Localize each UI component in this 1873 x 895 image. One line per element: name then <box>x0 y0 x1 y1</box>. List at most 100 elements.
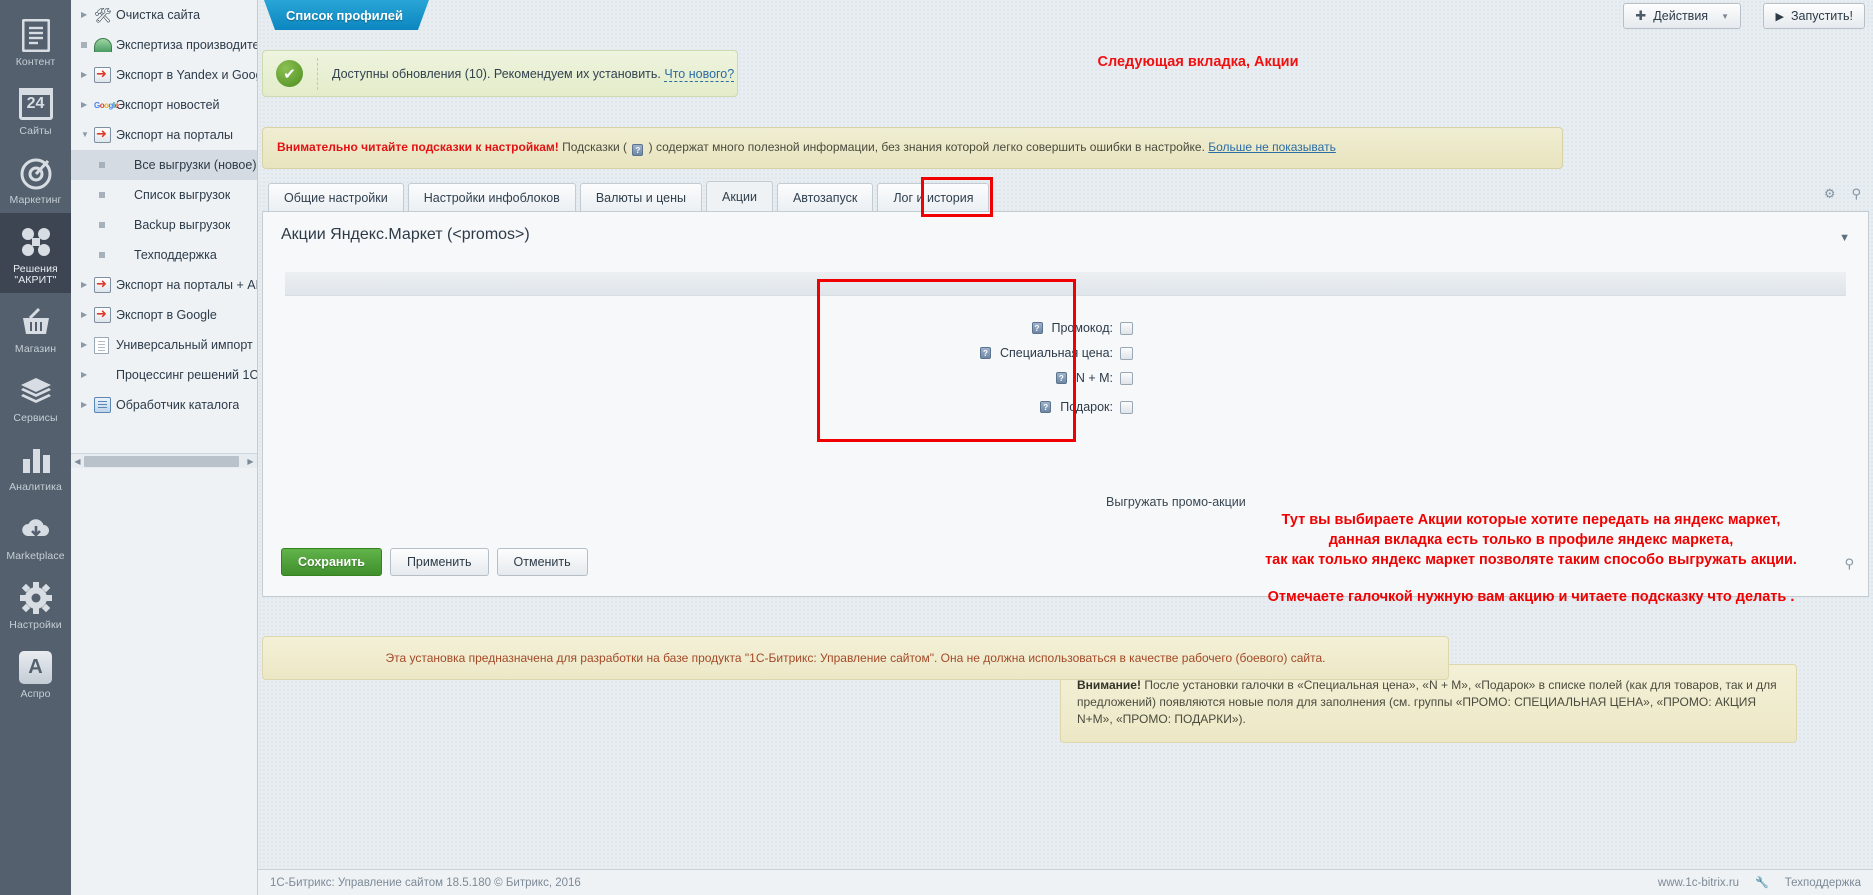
tree-item[interactable]: Все выгрузки (новое) <box>71 150 257 180</box>
question-icon[interactable]: ? <box>1056 372 1067 384</box>
promo-field-row: ? Промокод: <box>1030 321 1134 335</box>
tree-item[interactable]: Техподдержка <box>71 240 257 270</box>
tree-item-label: Экспорт новостей <box>116 98 220 112</box>
aspro-a-icon: A <box>16 647 56 687</box>
run-button[interactable]: ▶ Запустить! <box>1763 3 1865 29</box>
tree-item[interactable]: Backup выгрузок <box>71 210 257 240</box>
question-icon[interactable]: ? <box>1040 401 1051 413</box>
footer-copyright: 1С-Битрикс: Управление сайтом 18.5.180 ©… <box>270 877 581 889</box>
plus-icon: ✚ <box>1635 8 1646 24</box>
tree-item[interactable]: ▶🛠Очистка сайта <box>71 0 257 30</box>
rail-item-services[interactable]: Сервисы <box>0 362 71 431</box>
tab-1[interactable]: Общие настройки <box>268 183 404 212</box>
promo-field-checkbox[interactable] <box>1120 401 1133 414</box>
dont-show-again-link[interactable]: Больше не показывать <box>1208 140 1336 154</box>
profile-list-tab[interactable]: Список профилей <box>264 0 429 30</box>
tree-item[interactable]: ▶Процессинг решений 1С-Битр <box>71 360 257 390</box>
dev-install-notice: Эта установка предназначена для разработ… <box>262 636 1449 680</box>
google-news-icon: Google <box>94 101 116 110</box>
question-icon[interactable]: ? <box>980 347 991 359</box>
tree-horizontal-scrollbar[interactable]: ◀ ▶ <box>71 453 257 468</box>
rail-item-aspro[interactable]: A Аспро <box>0 638 71 707</box>
rail-item-settings[interactable]: Настройки <box>0 569 71 638</box>
rail-item-content[interactable]: Контент <box>0 6 71 75</box>
tab-4[interactable]: Акции <box>706 181 773 212</box>
chevron-right-icon[interactable]: ▶ <box>81 341 94 349</box>
pin-icon[interactable]: ⚲ <box>1844 556 1854 572</box>
chevron-right-icon[interactable]: ▶ <box>81 71 94 79</box>
tree-item[interactable]: ▼ Экспорт на порталы <box>71 120 257 150</box>
chevron-down-icon[interactable]: ▼ <box>81 131 94 139</box>
tree-item[interactable]: ▶Обработчик каталога <box>71 390 257 420</box>
rail-item-analytics[interactable]: Аналитика <box>0 431 71 500</box>
scroll-right-arrow[interactable]: ▶ <box>244 457 257 466</box>
footer-site-link[interactable]: www.1c-bitrix.ru <box>1658 877 1739 889</box>
marketplace-cloud-icon <box>16 509 56 549</box>
chevron-right-icon[interactable]: ▶ <box>81 11 94 19</box>
tree-item[interactable]: ▶Экспорт на порталы + API <box>71 270 257 300</box>
tab-3[interactable]: Валюты и цены <box>580 183 702 212</box>
chevron-right-icon[interactable]: ▶ <box>81 281 94 289</box>
rail-item-label: Marketplace <box>6 551 64 562</box>
akrit-solutions-icon <box>16 222 56 262</box>
tab-label: Валюты и цены <box>596 191 686 205</box>
form-buttons: Сохранить Применить Отменить <box>281 548 588 576</box>
form-header-strip <box>285 272 1846 296</box>
scroll-thumb[interactable] <box>84 456 239 467</box>
promo-field-checkbox[interactable] <box>1120 322 1133 335</box>
tab-5[interactable]: Автозапуск <box>777 183 873 212</box>
tree-item[interactable]: ▶Универсальный импорт <box>71 330 257 360</box>
rail-item-marketplace[interactable]: Marketplace <box>0 500 71 569</box>
promo-field-checkbox[interactable] <box>1120 347 1133 360</box>
tree-item[interactable]: ▶GoogleЭкспорт новостей <box>71 90 257 120</box>
whats-new-link[interactable]: Что нового? <box>664 67 734 82</box>
promo-field-checkbox[interactable] <box>1120 372 1133 385</box>
annotation-right-line2: данная вкладка есть только в профиле янд… <box>1091 530 1873 550</box>
analytics-bars-icon <box>16 440 56 480</box>
tree-item-label: Экспорт на порталы <box>116 128 233 142</box>
chevron-down-icon: ▼ <box>1721 12 1729 21</box>
chevron-down-icon[interactable]: ▼ <box>1839 232 1850 244</box>
sites-24-icon: 24 <box>16 84 56 124</box>
rail-item-label: Магазин <box>15 344 56 355</box>
left-icon-rail: Контент 24 Сайты Маркетинг Решения "АКРИ… <box>0 0 71 895</box>
chevron-right-icon[interactable]: ▶ <box>81 371 94 379</box>
apply-button[interactable]: Применить <box>390 548 489 576</box>
pin-icon[interactable]: ⚲ <box>1851 186 1861 202</box>
rail-item-label: Настройки <box>9 620 61 631</box>
chevron-right-icon[interactable]: ▶ <box>81 101 94 109</box>
rail-item-label: Аналитика <box>9 482 62 493</box>
chevron-right-icon[interactable]: ▶ <box>81 311 94 319</box>
question-icon[interactable]: ? <box>1032 322 1043 334</box>
promo-field-row: ? N + M: <box>1054 371 1133 385</box>
scroll-left-arrow[interactable]: ◀ <box>71 457 84 466</box>
export-icon <box>94 307 116 323</box>
chevron-right-icon[interactable]: ▶ <box>81 401 94 409</box>
tree-item[interactable]: Список выгрузок <box>71 180 257 210</box>
rail-item-sites[interactable]: 24 Сайты <box>0 75 71 144</box>
promo-field-label: Промокод: <box>1052 321 1114 335</box>
export-icon <box>94 277 116 293</box>
tree-item[interactable]: Экспертиза производитель <box>71 30 257 60</box>
hints-warning-part2: ) содержат много полезной информации, бе… <box>645 140 1208 154</box>
footer-right: www.1c-bitrix.ru 🔧 Техподдержка <box>1658 876 1861 889</box>
check-icon: ✔ <box>276 60 303 87</box>
annotation-top: Следующая вкладка, Акции <box>818 54 1578 70</box>
cancel-button[interactable]: Отменить <box>497 548 588 576</box>
promo-field-row: ?Специальная цена: <box>978 346 1133 360</box>
rail-item-label: Аспро <box>20 689 50 700</box>
tree-item[interactable]: ▶Экспорт в Yandex и Google <box>71 60 257 90</box>
rail-item-akrit-solutions[interactable]: Решения "АКРИТ" <box>0 213 71 293</box>
promo-field-label: N + M: <box>1076 371 1113 385</box>
rail-item-shop[interactable]: Магазин <box>0 293 71 362</box>
tree-item-label: Техподдержка <box>134 248 217 262</box>
actions-button[interactable]: ✚ Действия ▼ <box>1623 3 1741 29</box>
tab-label: Настройки инфоблоков <box>424 191 560 205</box>
gear-icon[interactable]: ⚙ <box>1824 186 1836 202</box>
tree-item[interactable]: ▶Экспорт в Google <box>71 300 257 330</box>
rail-item-marketing[interactable]: Маркетинг <box>0 144 71 213</box>
tab-6[interactable]: Лог и история <box>877 183 989 212</box>
footer-support-link[interactable]: Техподдержка <box>1785 877 1861 889</box>
tab-2[interactable]: Настройки инфоблоков <box>408 183 576 212</box>
save-button[interactable]: Сохранить <box>281 548 382 576</box>
